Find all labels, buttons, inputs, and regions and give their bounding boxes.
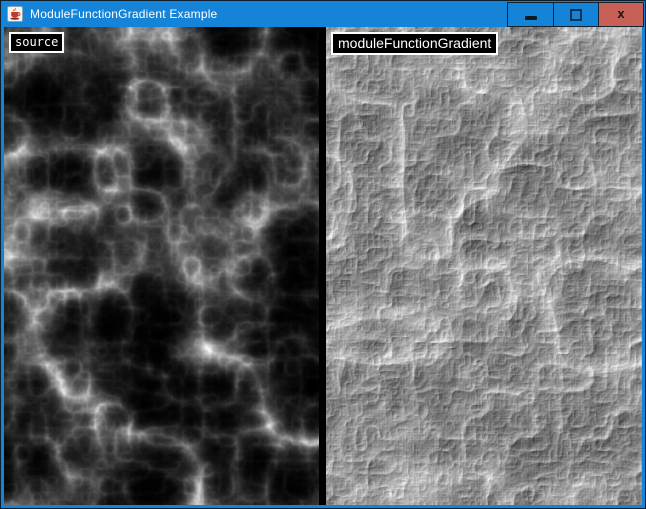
titlebar[interactable]: ModuleFunctionGradient Example x [1, 1, 645, 27]
window-controls: x [507, 2, 644, 27]
module-function-gradient-panel: moduleFunctionGradient [326, 27, 642, 505]
source-label: source [9, 32, 64, 53]
source-panel: source [4, 27, 319, 505]
module-function-gradient-image [326, 27, 642, 505]
close-button[interactable]: x [598, 3, 643, 26]
minimize-button[interactable] [508, 3, 553, 26]
maximize-button[interactable] [553, 3, 598, 26]
app-window: ModuleFunctionGradient Example x source … [0, 0, 646, 509]
window-title: ModuleFunctionGradient Example [30, 1, 217, 27]
java-coffee-icon [7, 6, 23, 22]
maximize-icon [570, 9, 582, 21]
image-content-area: source moduleFunctionGradient [4, 27, 642, 505]
module-function-gradient-label: moduleFunctionGradient [331, 32, 498, 55]
source-image [4, 27, 319, 505]
close-icon: x [617, 7, 624, 20]
minimize-icon [525, 16, 537, 20]
